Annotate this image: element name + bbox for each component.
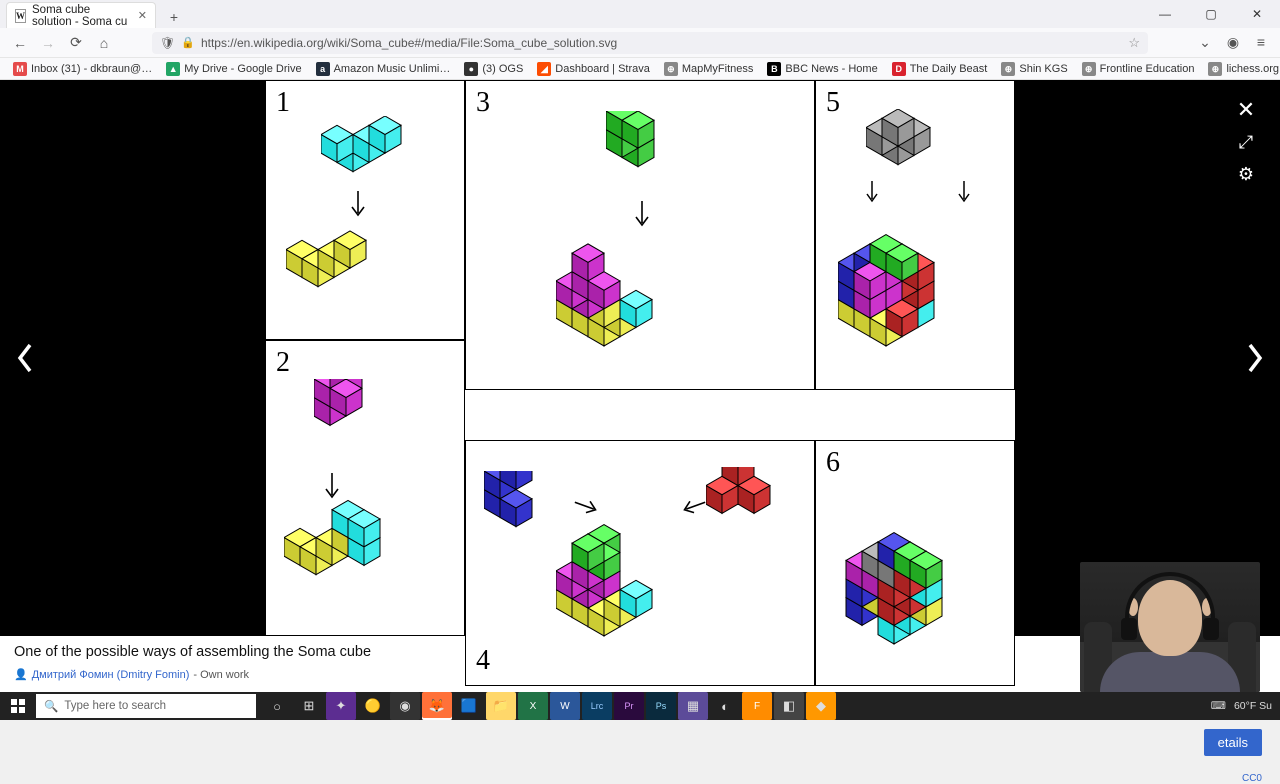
- maximize-button[interactable]: ▢: [1188, 0, 1234, 28]
- premiere-icon[interactable]: Pr: [614, 692, 644, 720]
- cortana-icon[interactable]: ○: [262, 692, 292, 720]
- wikipedia-favicon: W: [15, 9, 26, 23]
- browser-tab[interactable]: W Soma cube solution - Soma cu ✕: [6, 2, 156, 28]
- excel-icon[interactable]: X: [518, 692, 548, 720]
- panel-label: 6: [826, 447, 840, 479]
- close-window-button[interactable]: ✕: [1234, 0, 1280, 28]
- webcam-overlay: [1080, 562, 1260, 692]
- bookmark-item[interactable]: DThe Daily Beast: [887, 62, 993, 76]
- explorer-icon[interactable]: 📁: [486, 692, 516, 720]
- edge-icon[interactable]: 🟦: [454, 692, 484, 720]
- bookmark-item[interactable]: MInbox (31) - dkbraun@…: [8, 62, 157, 76]
- weather-widget[interactable]: 60°F Su: [1234, 700, 1272, 712]
- bookmark-item[interactable]: BBBC News - Home: [762, 62, 882, 76]
- fusion-icon[interactable]: F: [742, 692, 772, 720]
- shield-icon: 🛡: [160, 36, 175, 50]
- bookmark-item[interactable]: ●(3) OGS: [459, 62, 528, 76]
- bookmark-item[interactable]: aAmazon Music Unlimi…: [311, 62, 456, 76]
- firefox-icon[interactable]: 🦊: [422, 692, 452, 720]
- bookmark-item[interactable]: ⊕Frontline Education: [1077, 62, 1200, 76]
- taskview-icon[interactable]: ⊞: [294, 692, 324, 720]
- bookmark-item[interactable]: ◢Dashboard | Strava: [532, 62, 655, 76]
- photoshop-icon[interactable]: Ps: [646, 692, 676, 720]
- account-icon[interactable]: ◉: [1224, 34, 1242, 51]
- panel-label: 5: [826, 87, 840, 119]
- bookmark-star-icon[interactable]: ☆: [1128, 35, 1140, 51]
- word-icon[interactable]: W: [550, 692, 580, 720]
- minimize-button[interactable]: —: [1142, 0, 1188, 28]
- bookmark-item[interactable]: ⊕lichess.org • Free Onli…: [1203, 62, 1280, 76]
- panel-label: 4: [476, 645, 490, 677]
- app-icon[interactable]: ◧: [774, 692, 804, 720]
- tab-strip: W Soma cube solution - Soma cu ✕ +: [0, 0, 1280, 28]
- pocket-icon[interactable]: ⌄: [1196, 34, 1214, 51]
- bookmark-item[interactable]: ▲My Drive - Google Drive: [161, 62, 306, 76]
- settings-button[interactable]: ⚙: [1226, 154, 1266, 194]
- next-image-button[interactable]: [1234, 338, 1274, 378]
- reload-button[interactable]: ⟳: [66, 33, 86, 53]
- toolbar: ← → ⟳ ⌂ 🛡 🔒 https://en.wikipedia.org/wik…: [0, 28, 1280, 58]
- keyboard-icon[interactable]: ⌨: [1211, 700, 1226, 712]
- bookmark-item[interactable]: ⊕MapMyFitness: [659, 62, 759, 76]
- taskbar-search[interactable]: 🔍 Type here to search: [36, 694, 256, 718]
- chrome-icon[interactable]: 🟡: [358, 692, 388, 720]
- forward-button[interactable]: →: [38, 33, 58, 53]
- app-icon[interactable]: ◉: [390, 692, 420, 720]
- panel-label: 2: [276, 347, 290, 379]
- author-icon: 👤: [14, 668, 28, 681]
- license-badge: CC0: [1242, 773, 1262, 784]
- address-bar[interactable]: 🛡 🔒 https://en.wikipedia.org/wiki/Soma_c…: [152, 32, 1148, 54]
- window-controls: — ▢ ✕: [1142, 0, 1280, 28]
- sublime-icon[interactable]: ◆: [806, 692, 836, 720]
- taskbar: 🔍 Type here to search ○ ⊞ ✦ 🟡 ◉ 🦊 🟦 📁 X …: [0, 692, 1280, 720]
- close-tab-icon[interactable]: ✕: [138, 9, 147, 22]
- attribution-tail: - Own work: [193, 669, 249, 681]
- bookmarks-bar: MInbox (31) - dkbraun@… ▲My Drive - Googl…: [0, 58, 1280, 80]
- home-button[interactable]: ⌂: [94, 33, 114, 53]
- back-button[interactable]: ←: [10, 33, 30, 53]
- author-link[interactable]: Дмитрий Фомин (Dmitry Fomin): [32, 669, 190, 681]
- lock-icon: 🔒: [181, 36, 195, 49]
- media-image: 1 2: [265, 80, 1015, 636]
- search-placeholder: Type here to search: [64, 700, 166, 712]
- prev-image-button[interactable]: [6, 338, 46, 378]
- start-button[interactable]: [0, 692, 36, 720]
- taskbar-apps: ○ ⊞ ✦ 🟡 ◉ 🦊 🟦 📁 X W Lrc Pr Ps ▦ ◐ F ◧ ◆: [262, 692, 836, 720]
- obs-icon[interactable]: ◐: [710, 692, 740, 720]
- media-viewer: ✕ ⤢ ⚙ ⬇ ⇪ 1 2: [0, 80, 1280, 636]
- details-button[interactable]: etails: [1204, 729, 1262, 756]
- tab-title: Soma cube solution - Soma cu: [32, 4, 130, 28]
- system-tray[interactable]: ⌨ 60°F Su: [1203, 700, 1280, 712]
- app-icon[interactable]: ✦: [326, 692, 356, 720]
- search-icon: 🔍: [44, 699, 58, 713]
- url-text: https://en.wikipedia.org/wiki/Soma_cube#…: [201, 36, 617, 50]
- app-icon[interactable]: ▦: [678, 692, 708, 720]
- panel-label: 3: [476, 87, 490, 119]
- new-tab-button[interactable]: +: [162, 6, 186, 28]
- bookmark-item[interactable]: ⊕Shin KGS: [996, 62, 1072, 76]
- lightroom-icon[interactable]: Lrc: [582, 692, 612, 720]
- panel-label: 1: [276, 87, 290, 119]
- menu-icon[interactable]: ≡: [1252, 34, 1270, 51]
